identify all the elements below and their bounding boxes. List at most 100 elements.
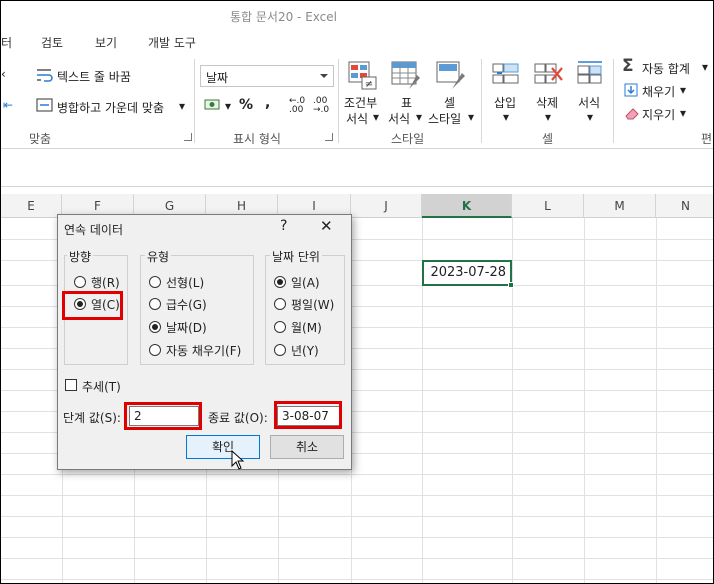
decrease-decimal-icon[interactable]: .00 →.0	[313, 97, 329, 115]
option-year-label[interactable]: 년(Y)	[291, 342, 319, 359]
grid-line	[512, 218, 513, 583]
option-month-label[interactable]: 월(M)	[291, 319, 322, 336]
dialog-title: 연속 데이터	[64, 223, 124, 237]
svg-text:≠: ≠	[365, 79, 373, 90]
trend-label[interactable]: 추세(T)	[82, 378, 121, 395]
alignment-launcher-icon[interactable]	[184, 133, 192, 141]
conditional-format-button-2[interactable]: 서식	[346, 110, 368, 127]
grid-line	[1, 495, 713, 496]
chevron-down-icon	[320, 74, 328, 78]
column-header-n[interactable]: N	[656, 194, 713, 218]
option-linear-label[interactable]: 선형(L)	[166, 274, 204, 291]
option-date-label[interactable]: 날짜(D)	[166, 319, 207, 336]
cell-styles-icon	[436, 61, 465, 89]
comma-icon[interactable]: ,	[265, 95, 270, 111]
format-dropdown-icon[interactable]: ▾	[587, 110, 593, 124]
conditional-format-button[interactable]: 조건부	[344, 94, 377, 111]
active-cell-k[interactable]: 2023-07-28	[422, 260, 514, 288]
option-day-label[interactable]: 일(A)	[291, 274, 320, 291]
radio-growth[interactable]	[149, 298, 161, 310]
column-header-j[interactable]: J	[351, 194, 422, 218]
clear-button[interactable]: 지우기	[642, 106, 675, 123]
option-row-label[interactable]: 행(R)	[91, 274, 120, 291]
format-cells-button[interactable]: 서식	[578, 94, 600, 111]
format-table-button[interactable]: 표	[401, 94, 412, 111]
insert-cells-button[interactable]: 삽입	[494, 94, 516, 111]
indent-icon[interactable]: ⇤	[3, 98, 13, 112]
tab-developer[interactable]: 개발 도구	[148, 34, 196, 51]
fill-handle[interactable]	[508, 282, 514, 288]
fill-dropdown-icon[interactable]: ▾	[680, 83, 686, 97]
radio-date[interactable]	[149, 321, 161, 333]
conditional-dropdown-icon[interactable]: ▾	[373, 110, 379, 124]
number-launcher-icon[interactable]	[325, 133, 333, 141]
direction-label: 방향	[67, 248, 94, 265]
clear-dropdown-icon[interactable]: ▾	[680, 106, 686, 120]
grid-line	[1, 474, 713, 475]
radio-year[interactable]	[274, 344, 286, 356]
cancel-button[interactable]: 취소	[270, 435, 344, 459]
tab-data[interactable]: 터	[1, 34, 12, 51]
insert-dropdown-icon[interactable]: ▾	[503, 110, 509, 124]
autosum-button[interactable]: 자동 합계	[642, 60, 690, 77]
column-header-k[interactable]: K	[422, 194, 512, 218]
merge-center-icon	[36, 98, 53, 112]
help-icon[interactable]: ?	[280, 218, 287, 234]
ok-button[interactable]: 확인	[186, 435, 260, 459]
increase-decimal-icon[interactable]: ←.0.00	[289, 97, 305, 115]
radio-weekday[interactable]	[274, 298, 286, 310]
currency-dropdown-icon[interactable]: ▾	[225, 99, 231, 113]
delete-dropdown-icon[interactable]: ▾	[545, 110, 551, 124]
conditional-format-icon: ≠	[348, 61, 377, 90]
type-label: 유형	[145, 248, 172, 265]
radio-autofill[interactable]	[149, 344, 161, 356]
column-header-m[interactable]: M	[584, 194, 656, 218]
date-unit-label: 날짜 단위	[270, 248, 322, 265]
format-table-dropdown-icon[interactable]: ▾	[416, 110, 422, 124]
wrap-text-button[interactable]: 텍스트 줄 바꿈	[57, 68, 131, 85]
grid-line	[1, 537, 713, 538]
stop-value-label: 종료 값(O):	[208, 411, 268, 425]
group-label-alignment: 맞춤	[29, 132, 52, 146]
column-header-l[interactable]: L	[512, 194, 584, 218]
radio-linear[interactable]	[149, 276, 161, 288]
delete-cells-button[interactable]: 삭제	[536, 94, 558, 111]
close-icon[interactable]: ✕	[320, 217, 333, 235]
series-dialog: 연속 데이터 ? ✕ 방향 행(R) 열(C) 유형 선형(L) 급수(G) 날…	[57, 214, 352, 470]
autosum-dropdown-icon[interactable]: ▾	[702, 60, 708, 74]
trend-checkbox[interactable]	[65, 379, 77, 391]
merge-dropdown-icon[interactable]: ▾	[179, 99, 185, 113]
formula-bar[interactable]	[1, 149, 713, 187]
option-weekday-label[interactable]: 평일(W)	[291, 296, 334, 313]
tab-view[interactable]: 보기	[95, 34, 117, 51]
option-autofill-label[interactable]: 자동 채우기(F)	[166, 342, 241, 359]
format-table-icon	[391, 61, 420, 89]
format-cells-icon	[577, 61, 602, 84]
merge-center-button[interactable]: 병합하고 가운데 맞춤	[57, 99, 164, 116]
indent-arrow-icon[interactable]: ‹	[1, 67, 6, 81]
wrap-text-icon	[37, 69, 53, 82]
format-table-button-2[interactable]: 서식	[388, 110, 410, 127]
number-format-select[interactable]: 날짜	[200, 65, 334, 87]
cell-styles-button[interactable]: 셀	[444, 94, 455, 111]
highlight-column-option	[62, 291, 123, 320]
highlight-stop-value	[274, 401, 342, 429]
currency-icon[interactable]	[204, 97, 224, 113]
group-label-editing: 편	[701, 132, 713, 146]
cell-styles-button-2[interactable]: 스타일	[428, 110, 461, 127]
fill-button[interactable]: 채우기	[642, 83, 675, 100]
grid-line	[1, 579, 713, 580]
radio-month[interactable]	[274, 321, 286, 333]
percent-icon[interactable]: %	[239, 97, 253, 113]
radio-row[interactable]	[74, 276, 86, 288]
excel-window: 통합 문서20 - Excel 터 검토 보기 개발 도구 ‹ 텍스트 줄 바꿈…	[0, 0, 714, 584]
tab-review[interactable]: 검토	[41, 34, 63, 51]
grid-line	[1, 558, 713, 559]
title-bar: 통합 문서20 - Excel	[1, 1, 713, 31]
separator	[338, 59, 339, 143]
cell-styles-dropdown-icon[interactable]: ▾	[468, 110, 474, 124]
column-header-e[interactable]: E	[1, 194, 62, 218]
option-growth-label[interactable]: 급수(G)	[166, 296, 207, 313]
step-value-label: 단계 값(S):	[63, 411, 121, 425]
radio-day[interactable]	[274, 276, 286, 288]
